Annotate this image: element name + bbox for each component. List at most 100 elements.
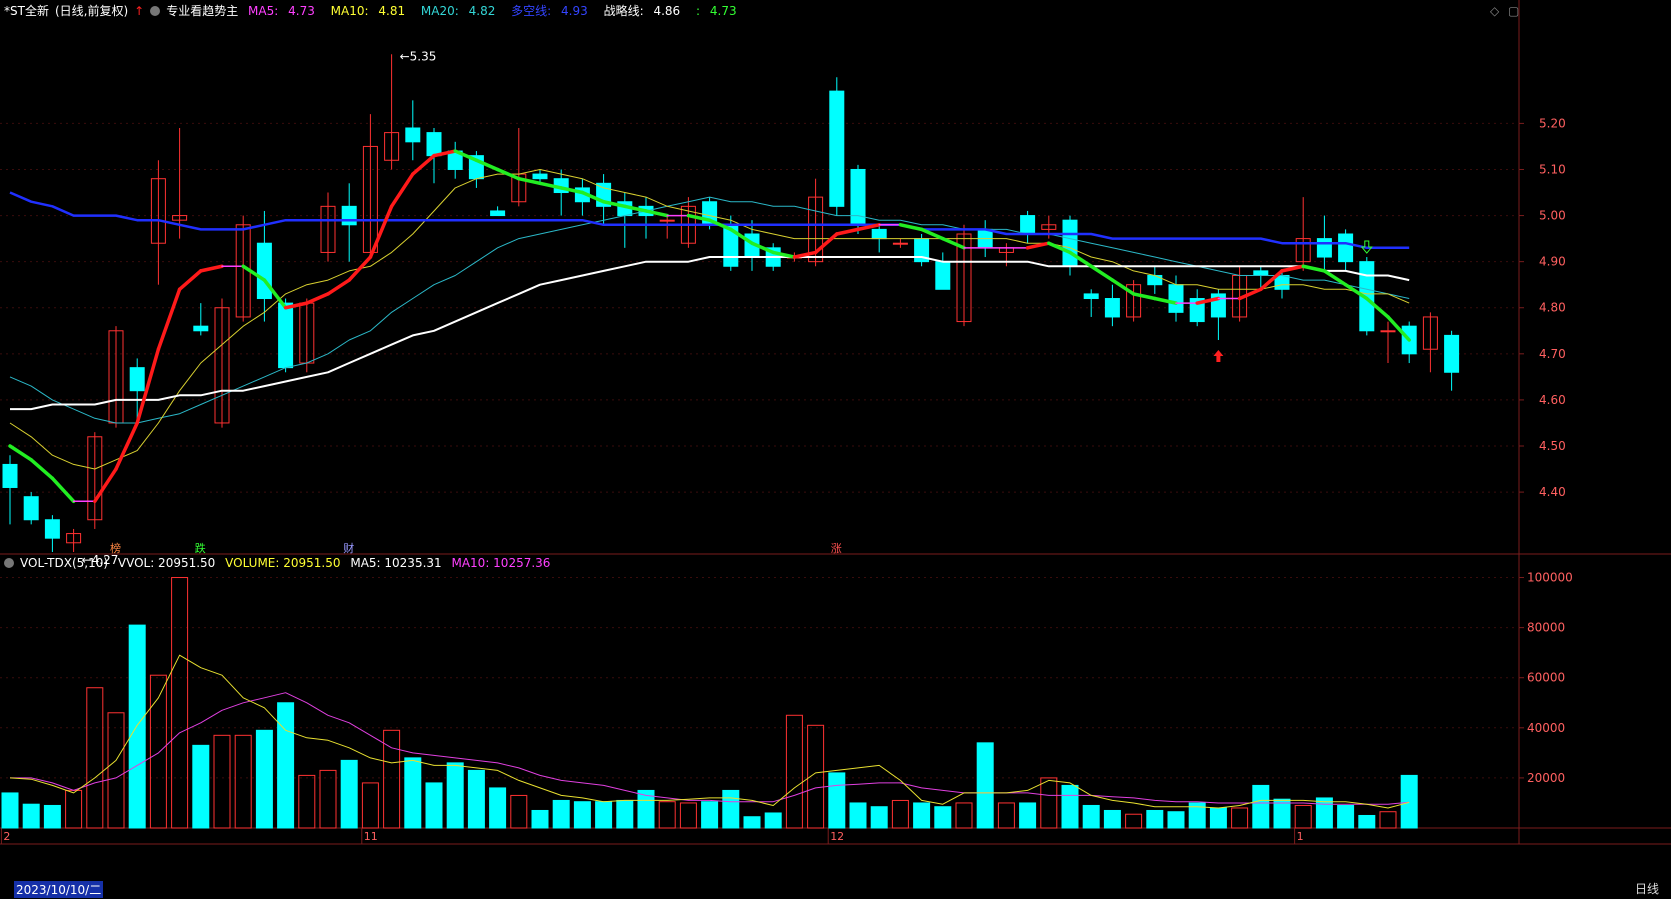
ma5-trend-segment — [941, 236, 966, 250]
price-tick-label: 5.20 — [1539, 116, 1566, 130]
volume-tick-label: 60000 — [1527, 671, 1565, 685]
candle-body — [490, 210, 506, 217]
last-label: : — [696, 4, 701, 18]
volume-bar — [65, 789, 83, 829]
chart-mode: (日线,前复权) — [54, 4, 129, 18]
volume-bar — [934, 806, 952, 829]
volume-bar — [976, 742, 994, 829]
vol-ma5-readout: MA5: 10235.31 — [350, 556, 442, 570]
volume-tick-label: 40000 — [1527, 721, 1565, 735]
toggle-icon[interactable] — [150, 6, 161, 16]
indicator-name[interactable]: 专业看趋势主 — [166, 4, 238, 18]
volume-tick-label: 100000 — [1527, 571, 1573, 585]
period-label[interactable]: 日线 — [1635, 880, 1659, 897]
volume-bar — [192, 744, 210, 829]
ma5-trend-segment — [1301, 264, 1327, 273]
dkx-label: 多空线: — [511, 4, 552, 18]
volume-bar — [1358, 814, 1376, 829]
volume-bar — [701, 801, 719, 829]
ma5-trend-segment — [1025, 241, 1051, 250]
ma5-trend-segment — [919, 227, 945, 241]
volume-bar — [595, 801, 613, 829]
candle-body — [426, 132, 442, 157]
volume-bar — [22, 803, 40, 829]
volume-bar — [255, 729, 273, 829]
candle-body — [1444, 334, 1460, 373]
last-readout: : 4.73 — [696, 4, 743, 18]
event-tag: 涨 — [831, 542, 842, 555]
ma5-trend-segment — [1110, 278, 1136, 296]
ma5-trend-segment — [411, 153, 436, 176]
last-value: 4.73 — [709, 4, 737, 18]
volume-bar — [86, 687, 104, 829]
ma5-trend-segment — [177, 269, 203, 292]
ma5-trend-segment — [156, 287, 182, 351]
volume-bar — [43, 804, 61, 829]
volume-bar — [107, 712, 125, 829]
event-tag: 榜 — [110, 541, 121, 555]
dkx-readout: 多空线: 4.93 — [511, 4, 594, 18]
event-tag: 跌 — [195, 541, 206, 555]
ma5-readout: MA5: 4.73 — [248, 4, 321, 18]
volume-bar — [997, 802, 1015, 829]
volume-bar — [722, 789, 740, 829]
ma5-trend-segment — [326, 278, 351, 296]
volume-bar — [1252, 784, 1270, 829]
ma5-trend-segment — [1237, 287, 1263, 301]
price-tick-label: 4.60 — [1539, 393, 1566, 407]
ma5-trend-segment — [898, 223, 924, 232]
zlx-readout: 战略线: 4.86 — [604, 4, 687, 18]
price-tick-label: 5.00 — [1539, 209, 1566, 223]
vvol-readout: VVOL: 20951.50 — [117, 556, 216, 570]
volume-bar — [1061, 784, 1079, 829]
candle-body — [2, 463, 18, 488]
window-icon[interactable]: ▢ — [1508, 4, 1519, 18]
zlx-value: 4.86 — [653, 4, 681, 18]
kline-header: *ST全新 (日线,前复权) ↑ 专业看趋势主 MA5: 4.73 MA10: 4.8… — [4, 2, 749, 19]
ma5-trend-segment — [93, 467, 118, 504]
event-tag: 财 — [343, 541, 354, 555]
volume-bar — [1273, 798, 1291, 829]
vol-title[interactable]: VOL-TDX(5,10) — [20, 556, 108, 570]
volume-bar — [1125, 813, 1143, 829]
ma5-trend-segment — [1131, 292, 1157, 301]
candle-body — [1380, 330, 1396, 333]
zlx-label: 战略线: — [603, 4, 644, 18]
ma5-trend-segment — [114, 421, 139, 471]
ma10-value: 4.81 — [378, 4, 406, 18]
volume-bar — [1294, 804, 1312, 829]
volume-bar — [1337, 804, 1355, 829]
volume-bar — [743, 816, 761, 829]
candle-body — [44, 519, 60, 539]
price-tick-label: 4.70 — [1539, 347, 1566, 361]
volume-tick-label: 20000 — [1527, 771, 1565, 785]
volume-bar — [1379, 811, 1397, 829]
volume-bar — [679, 802, 697, 829]
ma5-label: MA5: — [248, 4, 279, 18]
candle-body — [341, 205, 357, 226]
ma20-label: MA20: — [420, 4, 459, 18]
stock-name[interactable]: *ST全新 — [4, 4, 49, 18]
volume-bar — [234, 734, 252, 829]
volume-bar — [552, 799, 570, 829]
volume-bar — [510, 794, 528, 829]
date-tick-label: 2 — [3, 830, 10, 843]
ma5-trend-segment — [835, 227, 860, 236]
volume-bar — [340, 759, 358, 829]
toggle-icon[interactable] — [4, 558, 14, 568]
candle-body — [1020, 215, 1036, 235]
price-tick-label: 4.90 — [1539, 255, 1566, 269]
strategy-line — [10, 256, 1410, 411]
volume-bar — [467, 769, 485, 829]
diamond-icon[interactable]: ◇ — [1490, 4, 1499, 18]
volume-bar — [1400, 774, 1418, 829]
ma5-trend-segment — [389, 172, 415, 209]
price-tick-label: 4.80 — [1539, 301, 1566, 315]
ma5-trend-segment — [29, 458, 55, 481]
volume-bar — [298, 774, 316, 829]
candle-body — [892, 242, 908, 245]
stock-chart[interactable]: 4.40 4.50 4.60 4.70 4.80 4.90 5.00 5.10 5.20 2000… — [0, 0, 1671, 899]
volume-bar — [446, 762, 464, 829]
candle-body — [532, 173, 548, 180]
volume-bar — [277, 702, 295, 829]
